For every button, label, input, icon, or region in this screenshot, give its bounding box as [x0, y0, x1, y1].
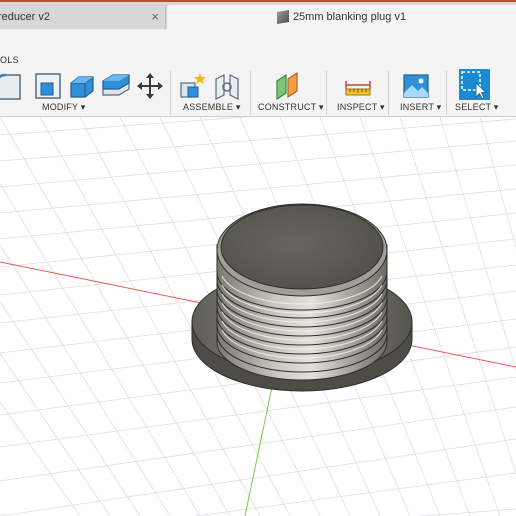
tab-blanking-plug-label: 25mm blanking plug v1 [292, 11, 407, 23]
tab-reducer[interactable]: reducer v2 × [0, 5, 166, 29]
tools-menu-label[interactable]: OLS [0, 55, 19, 65]
new-component-icon[interactable] [178, 71, 208, 101]
toolbar-divider [446, 71, 447, 115]
offset-plane-icon[interactable] [272, 71, 302, 101]
y-axis-line [244, 386, 273, 516]
document-icon [276, 9, 289, 25]
press-pull-icon[interactable] [33, 71, 63, 101]
close-icon[interactable]: × [151, 9, 159, 24]
insert-menu[interactable]: INSERT ▾ [400, 102, 441, 113]
document-tab-bar: reducer v2 × 25mm blanking plug v1 [0, 2, 516, 29]
toolbar: OLS MODIFY ▾ ASSEMBLE ▾ CONSTRUCT ▾ INSP… [0, 29, 516, 117]
plug-top-cap [216, 203, 388, 297]
tab-reducer-label: reducer v2 [0, 11, 50, 23]
grid-and-model [0, 96, 516, 516]
toolbar-divider [326, 71, 327, 115]
shell-icon[interactable] [67, 71, 97, 101]
toolbar-divider [388, 71, 389, 115]
select-icon[interactable] [459, 69, 490, 100]
inspect-menu[interactable]: INSPECT ▾ [337, 102, 385, 113]
tab-blanking-plug[interactable]: 25mm blanking plug v1 [167, 5, 516, 29]
toolbar-divider [250, 71, 251, 115]
joint-icon[interactable] [212, 71, 242, 101]
insert-image-icon[interactable] [401, 71, 431, 101]
assemble-menu[interactable]: ASSEMBLE ▾ [183, 102, 241, 113]
combine-icon[interactable] [101, 71, 131, 101]
measure-icon[interactable] [343, 71, 373, 101]
modify-menu[interactable]: MODIFY ▾ [42, 102, 85, 113]
move-icon[interactable] [135, 71, 165, 101]
toolbar-divider [170, 71, 171, 115]
fillet-icon[interactable] [0, 71, 26, 101]
canvas-viewport[interactable] [0, 96, 516, 516]
construct-menu[interactable]: CONSTRUCT ▾ [258, 102, 324, 113]
select-menu[interactable]: SELECT ▾ [455, 102, 498, 113]
